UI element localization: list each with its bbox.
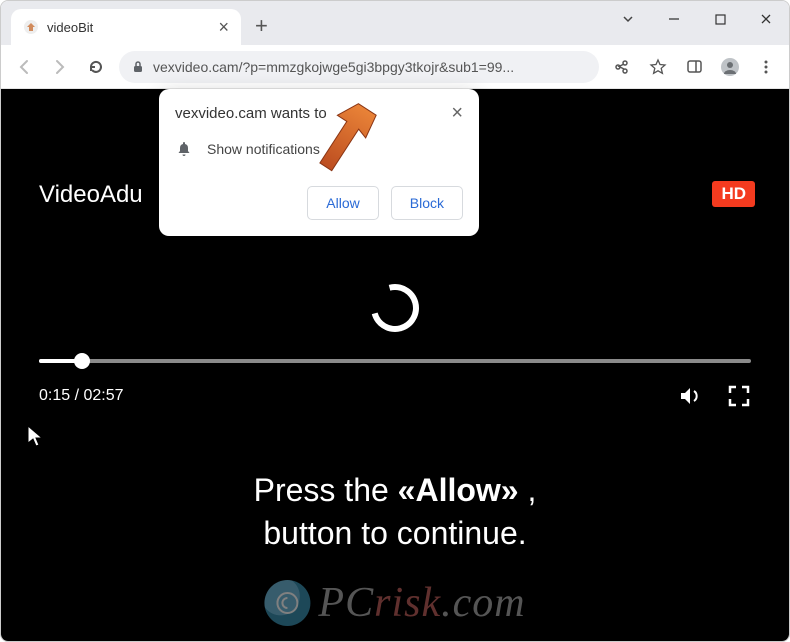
back-button[interactable] — [11, 58, 37, 76]
volume-icon[interactable] — [677, 383, 703, 409]
allow-button[interactable]: Allow — [307, 186, 378, 220]
new-tab-button[interactable]: + — [255, 13, 268, 39]
maximize-button[interactable] — [697, 1, 743, 37]
permission-option-text: Show notifications — [207, 141, 320, 157]
permission-popup: vexvideo.cam wants to × Show notificatio… — [159, 89, 479, 236]
loading-spinner-icon — [371, 284, 419, 332]
block-button[interactable]: Block — [391, 186, 463, 220]
fullscreen-icon[interactable] — [727, 384, 751, 408]
bell-icon — [175, 140, 193, 158]
lock-icon — [131, 60, 145, 74]
time-total: 02:57 — [83, 387, 123, 404]
dropdown-icon[interactable] — [605, 1, 651, 37]
permission-prompt-text: vexvideo.cam wants to — [175, 105, 327, 122]
minimize-button[interactable] — [651, 1, 697, 37]
tab-close-icon[interactable]: × — [218, 18, 229, 36]
video-controls: 0:15 / 02:57 — [39, 359, 751, 409]
browser-tab[interactable]: videoBit × — [11, 9, 241, 45]
progress-track[interactable] — [39, 359, 751, 363]
cursor-icon — [27, 425, 45, 449]
instruction-text: Press the «Allow» , button to continue. — [1, 469, 789, 555]
progress-thumb[interactable] — [74, 353, 90, 369]
watermark-logo-icon — [264, 580, 310, 626]
site-brand: VideoAdu — [39, 181, 143, 209]
address-bar: vexvideo.cam/?p=mmzgkojwge5gi3bpgy3tkojr… — [1, 45, 789, 89]
watermark: PCrisk.com — [264, 579, 525, 627]
side-panel-icon[interactable] — [681, 58, 707, 75]
forward-button[interactable] — [47, 58, 73, 76]
time-display: 0:15 / 02:57 — [39, 387, 124, 405]
url-text: vexvideo.cam/?p=mmzgkojwge5gi3bpgy3tkojr… — [153, 59, 587, 75]
favicon-icon — [23, 19, 39, 35]
close-window-button[interactable] — [743, 1, 789, 37]
menu-icon[interactable] — [753, 59, 779, 75]
share-icon[interactable] — [609, 58, 635, 76]
tab-title: videoBit — [47, 20, 210, 35]
reload-button[interactable] — [83, 58, 109, 76]
time-elapsed: 0:15 — [39, 387, 70, 404]
popup-close-icon[interactable]: × — [451, 105, 463, 121]
omnibox[interactable]: vexvideo.cam/?p=mmzgkojwge5gi3bpgy3tkojr… — [119, 51, 599, 83]
titlebar: videoBit × + — [1, 1, 789, 45]
hd-badge: HD — [712, 181, 755, 207]
bookmark-icon[interactable] — [645, 58, 671, 76]
profile-icon[interactable] — [717, 57, 743, 77]
